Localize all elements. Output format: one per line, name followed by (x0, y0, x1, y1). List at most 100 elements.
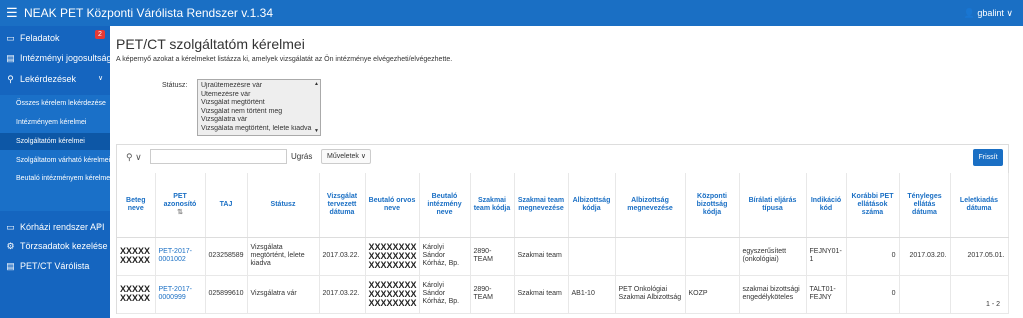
column-header[interactable]: Beteg neve (117, 173, 156, 238)
column-header[interactable]: Beutaló orvos neve (365, 173, 420, 238)
table-cell: FEJNY01-1 (806, 237, 847, 276)
table-cell: Károlyi Sándor Kórház, Bp. (419, 275, 471, 314)
notification-badge: 2 (95, 30, 105, 39)
lekerdezesek-submenu: Összes kérelem lekérdezése Intézményem k… (0, 95, 110, 211)
chevron-down-icon: ∨ (98, 75, 104, 82)
document-icon: ▤ (6, 53, 15, 63)
table-row: XXXXX XXXXX PET-2017-0001002 023258589 V… (117, 237, 1009, 276)
table-cell: XXXXX XXXXX (117, 237, 156, 276)
listbox-scrollbar[interactable]: ▲ ▼ (313, 80, 320, 135)
table-cell: egyszerűsített (onkológiai) (739, 237, 807, 276)
sidebar-item-lekerdezesek[interactable]: ⚲ Lekérdezések ∨ (0, 71, 110, 87)
table-cell: szakmai bizottsági engedélyköteles (739, 275, 807, 314)
list-icon: ▤ (6, 261, 15, 271)
status-option[interactable]: Vizsgálata megtörtént, lelete kiadva (201, 125, 317, 134)
table-cell: Károlyi Sándor Kórház, Bp. (419, 237, 471, 276)
monitor-icon: ▭ (6, 222, 15, 232)
sidebar-subitem-intezmenyem-kerelmei[interactable]: Intézményem kérelmei (0, 114, 110, 131)
go-button[interactable]: Ugrás (291, 152, 312, 161)
table-cell: 0 (846, 237, 900, 276)
search-icon: ⚲ (7, 74, 14, 84)
table-cell: PET Onkológiai Szakmai Albizottság (615, 275, 686, 314)
sidebar-item-label: Feladatok (20, 33, 60, 43)
column-header[interactable]: Albizottság megnevezése (615, 173, 686, 238)
column-header[interactable]: Szakmai team megnevezése (514, 173, 569, 238)
column-header[interactable]: TAJ (205, 173, 248, 238)
column-header[interactable]: Korábbi PET ellátások száma (846, 173, 900, 238)
table-cell: 2017.03.22. (319, 237, 366, 276)
inbox-icon: ▭ (6, 33, 15, 43)
sidebar-item-label: Kórházi rendszer API (20, 222, 105, 232)
user-name: gbalint (977, 8, 1004, 18)
column-header[interactable]: Központi bizottság kódja (685, 173, 740, 238)
column-header[interactable]: Leletkiadás dátuma (950, 173, 1009, 238)
sidebar-subitem-beutalo-intezmenyem-kerelmei[interactable]: Beutaló intézményem kérelmei (0, 170, 110, 187)
user-menu[interactable]: 👤 gbalint ∨ (964, 7, 1013, 19)
table-cell (899, 275, 951, 314)
refresh-button[interactable]: Frissít (973, 149, 1003, 166)
status-option[interactable]: Ütemezésre vár (201, 91, 317, 100)
column-header[interactable]: Vizsgálat tervezett dátuma (319, 173, 366, 238)
table-cell: XXXXXXXX XXXXXXXX XXXXXXXX (365, 275, 420, 314)
column-header[interactable]: Bírálati eljárás típusa (739, 173, 807, 238)
status-option[interactable]: Vizsgálat megtörtént (201, 99, 317, 108)
sidebar-subitem-szolgaltatom-kerelmei[interactable]: Szolgáltatóm kérelmei (0, 133, 110, 150)
table-cell: 025899610 (205, 275, 248, 314)
chevron-left-icon: ‹ (98, 223, 101, 230)
column-header[interactable]: Indikáció kód (806, 173, 847, 238)
status-option[interactable]: Újraütemezésre vár (201, 82, 317, 91)
column-header[interactable]: Státusz (247, 173, 320, 238)
hamburger-menu-icon[interactable]: ☰ (6, 6, 18, 19)
table-cell: 023258589 (205, 237, 248, 276)
column-header[interactable]: Szakmai team kódja (470, 173, 515, 238)
pet-id-link[interactable]: PET-2017-0001002 (159, 248, 192, 263)
table-cell (615, 237, 686, 276)
report-panel: ⚲ ∨ Ugrás Műveletek ∨ Frissít Beteg neve… (116, 144, 1009, 314)
actions-menu-button[interactable]: Műveletek ∨ (321, 149, 371, 164)
sidebar-item-label: Intézményi jogosultság ı (20, 53, 110, 63)
table-cell: 2890-TEAM (470, 275, 515, 314)
column-header[interactable]: Tényleges ellátás dátuma (899, 173, 951, 238)
pet-id-link[interactable]: PET-2017-0000999 (159, 286, 192, 301)
table-cell: KOZP (685, 275, 740, 314)
table-cell: PET-2017-0000999 (155, 275, 206, 314)
table-cell: PET-2017-0001002 (155, 237, 206, 276)
table-cell: Szakmai team (514, 275, 569, 314)
table-cell: Szakmai team (514, 237, 569, 276)
table-cell: 2017.03.22. (319, 275, 366, 314)
sort-icon: ⇅ (177, 208, 183, 216)
column-header-label: PET azonosító (163, 192, 197, 208)
status-option[interactable]: Vizsgálat nem történt meg (201, 108, 317, 117)
sidebar-subitem-szolgaltatom-varhato-kerelmei[interactable]: Szolgáltatom várható kérelmei (0, 152, 110, 169)
sidebar-item-korhazi-rendszer-api[interactable]: ▭ Kórházi rendszer API ‹ (0, 219, 110, 235)
sidebar-item-label: PET/CT Várólista (20, 261, 90, 271)
search-input[interactable] (150, 149, 287, 164)
user-icon: 👤 (963, 8, 975, 18)
table-cell: Vizsgálata megtörtént, lelete kiadva (247, 237, 320, 276)
column-header[interactable]: Albizottság kódja (568, 173, 616, 238)
table-cell: 2017.05.01. (950, 237, 1009, 276)
table-cell: TALT01-FEJNY (806, 275, 847, 314)
table-cell: XXXXX XXXXX (117, 275, 156, 314)
sidebar-item-intezmenyi-jogosultsag[interactable]: ▤ Intézményi jogosultság ı (0, 50, 110, 66)
sidebar-item-torzsadatok-kezelese[interactable]: ⚙ Törzsadatok kezelése ‹ (0, 238, 110, 254)
sidebar-item-pet-ct-varolista[interactable]: ▤ PET/CT Várólista (0, 258, 110, 274)
top-bar: ☰ NEAK PET Központi Várólista Rendszer v… (0, 0, 1023, 26)
requests-table: Beteg neve PET azonosító ⇅ TAJ Státusz Vi… (117, 173, 1009, 314)
column-header-pet-azonosito[interactable]: PET azonosító ⇅ (155, 173, 206, 238)
sidebar-item-label: Törzsadatok kezelése (20, 241, 108, 251)
status-option[interactable]: Vizsgálatra vár (201, 116, 317, 125)
pagination-info: 1 - 2 (985, 301, 1000, 308)
page-title: PET/CT szolgáltatóm kérelmei (116, 36, 305, 52)
sidebar: ▭ Feladatok 2 ▤ Intézményi jogosultság ı… (0, 26, 110, 318)
table-cell (568, 237, 616, 276)
column-header[interactable]: Beutaló intézmény neve (419, 173, 471, 238)
chevron-down-icon: ∨ (360, 153, 366, 160)
search-icon[interactable]: ⚲ ∨ (126, 152, 142, 163)
table-cell: Vizsgálatra vár (247, 275, 320, 314)
app-title: NEAK PET Központi Várólista Rendszer v.1… (24, 6, 274, 20)
sidebar-item-feladatok[interactable]: ▭ Feladatok 2 (0, 30, 110, 46)
status-filter-label: Státusz: (162, 82, 188, 89)
sidebar-subitem-osszes-kerelem[interactable]: Összes kérelem lekérdezése (0, 95, 110, 112)
status-filter-listbox[interactable]: Újraütemezésre vár Ütemezésre vár Vizsgá… (197, 79, 321, 136)
